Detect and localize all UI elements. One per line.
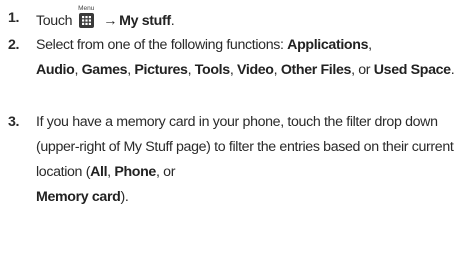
step-2: 2. Select from one of the following func… [8,33,460,83]
function-used-space: Used Space [373,62,451,78]
location-memory-card: Memory card [36,189,121,205]
separator: , [74,62,82,78]
separator: , [368,37,372,53]
step-end: ). [120,189,129,205]
function-applications: Applications [287,37,369,53]
step-text: Select from one of the following functio… [36,37,288,53]
menu-key-label: Menu [78,5,95,12]
step-period: . [450,62,455,78]
step-number: 1. [8,10,20,26]
menu-key: Menu [78,5,95,30]
step-number: 3. [8,114,20,130]
step-period: . [170,13,175,29]
separator: , [229,62,237,78]
function-games: Games [81,62,128,78]
separator: , or [155,164,176,180]
location-phone: Phone [114,164,156,180]
separator: , [187,62,195,78]
location-all: All [90,164,108,180]
function-tools: Tools [194,62,230,78]
function-video: Video [237,62,274,78]
menu-grid-icon [78,13,94,28]
function-pictures: Pictures [134,62,188,78]
separator: , [273,62,281,78]
step-3: 3. If you have a memory card in your pho… [8,110,460,210]
function-other-files: Other Files [280,62,352,78]
step-target: My stuff [119,13,171,29]
separator: , or [351,62,374,78]
arrow-icon: → [103,13,118,29]
function-audio: Audio [36,62,75,78]
step-1: 1. Touch Menu → My stuff. [8,5,460,34]
step-number: 2. [8,37,20,53]
step-text: Touch [36,13,73,29]
